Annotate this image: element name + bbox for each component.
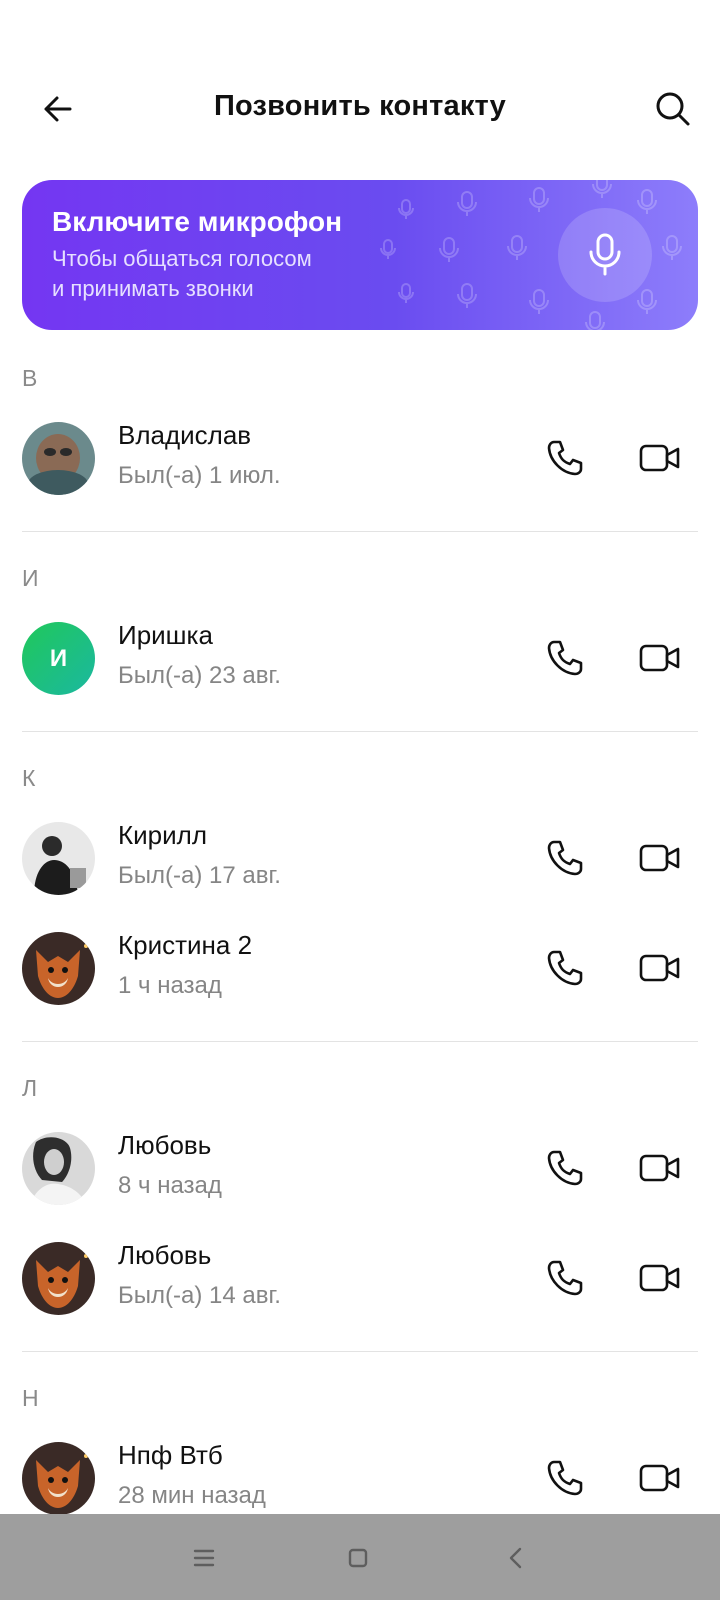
contact-row[interactable]: Кирилл Был(-а) 17 авг. (0, 810, 720, 906)
video-call-button[interactable] (638, 438, 682, 478)
video-call-button[interactable] (638, 638, 682, 678)
video-camera-icon (639, 954, 680, 982)
system-navigation-bar (0, 1514, 720, 1600)
contact-row[interactable]: Нпф Втб 28 мин назад (0, 1430, 720, 1526)
contact-name: Любовь (118, 1130, 212, 1160)
phone-icon (547, 440, 583, 476)
search-button[interactable] (652, 88, 694, 130)
phone-icon (547, 1460, 583, 1496)
avatar (22, 1132, 95, 1205)
avatar (22, 932, 95, 1005)
video-call-button[interactable] (638, 1148, 682, 1188)
contact-row[interactable]: Любовь Был(-а) 14 авг. (0, 1230, 720, 1326)
contact-row[interactable]: Владислав Был(-а) 1 июл. (0, 410, 720, 506)
phone-icon (547, 640, 583, 676)
contact-name: Владислав (118, 420, 252, 450)
avatar (22, 1442, 95, 1515)
video-camera-icon (639, 844, 680, 872)
phone-icon (547, 950, 583, 986)
contact-status: 8 ч назад (118, 1172, 222, 1199)
divider (22, 1041, 698, 1042)
section-letter: И (22, 565, 39, 591)
contact-status: Был(-а) 23 авг. (118, 662, 281, 689)
avatar (22, 1242, 95, 1315)
contact-status: Был(-а) 17 авг. (118, 862, 281, 889)
section-letter: К (22, 765, 36, 791)
video-camera-icon (639, 1264, 680, 1292)
contact-status: 1 ч назад (118, 972, 222, 999)
contact-name: Кирилл (118, 820, 207, 850)
section-letter: Н (22, 1385, 39, 1411)
menu-icon (193, 1549, 215, 1567)
divider (22, 731, 698, 732)
home-square-icon (348, 1548, 368, 1568)
section-letter: Л (22, 1075, 38, 1101)
contact-status: Был(-а) 14 авг. (118, 1282, 281, 1309)
recent-apps-button[interactable] (186, 1540, 222, 1576)
contact-row[interactable]: Любовь 8 ч назад (0, 1120, 720, 1216)
avatar: И (22, 622, 95, 695)
contact-name: Кристина 2 (118, 930, 253, 960)
call-button[interactable] (545, 638, 585, 678)
video-call-button[interactable] (638, 1258, 682, 1298)
contact-row[interactable]: И Иришка Был(-а) 23 авг. (0, 610, 720, 706)
banner-subtitle-line2: и принимать звонки (52, 276, 254, 301)
video-call-button[interactable] (638, 948, 682, 988)
divider (22, 531, 698, 532)
enable-microphone-button[interactable] (558, 208, 652, 302)
banner-title: Включите микрофон (52, 206, 343, 237)
system-back-button[interactable] (498, 1540, 534, 1576)
avatar (22, 422, 95, 495)
phone-icon (547, 1260, 583, 1296)
phone-icon (547, 1150, 583, 1186)
search-icon (656, 92, 690, 126)
call-button[interactable] (545, 438, 585, 478)
contact-status: Был(-а) 1 июл. (118, 462, 281, 489)
divider (22, 1351, 698, 1352)
call-button[interactable] (545, 1458, 585, 1498)
call-button[interactable] (545, 948, 585, 988)
home-button[interactable] (340, 1540, 376, 1576)
video-camera-icon (639, 644, 680, 672)
call-button[interactable] (545, 1258, 585, 1298)
contact-name: Нпф Втб (118, 1440, 223, 1470)
top-bar: Позвонить контакту (0, 0, 720, 160)
enable-microphone-banner[interactable]: Включите микрофон Чтобы общаться голосом… (22, 180, 698, 330)
video-camera-icon (639, 1464, 680, 1492)
avatar (22, 822, 95, 895)
contact-name: Любовь (118, 1240, 212, 1270)
video-camera-icon (639, 1154, 680, 1182)
video-call-button[interactable] (638, 838, 682, 878)
call-button[interactable] (545, 1148, 585, 1188)
page-title: Позвонить контакту (213, 90, 507, 122)
back-chevron-icon (509, 1547, 522, 1569)
video-camera-icon (639, 444, 680, 472)
contact-name: Иришка (118, 620, 213, 650)
contact-row[interactable]: Кристина 2 1 ч назад (0, 920, 720, 1016)
call-button[interactable] (545, 838, 585, 878)
phone-icon (547, 840, 583, 876)
section-letter: В (22, 365, 38, 391)
video-call-button[interactable] (638, 1458, 682, 1498)
contact-status: 28 мин назад (118, 1482, 266, 1509)
banner-subtitle-line1: Чтобы общаться голосом (52, 246, 312, 271)
microphone-icon (589, 233, 621, 276)
banner-subtitle: Чтобы общаться голосом и принимать звонк… (52, 244, 372, 304)
